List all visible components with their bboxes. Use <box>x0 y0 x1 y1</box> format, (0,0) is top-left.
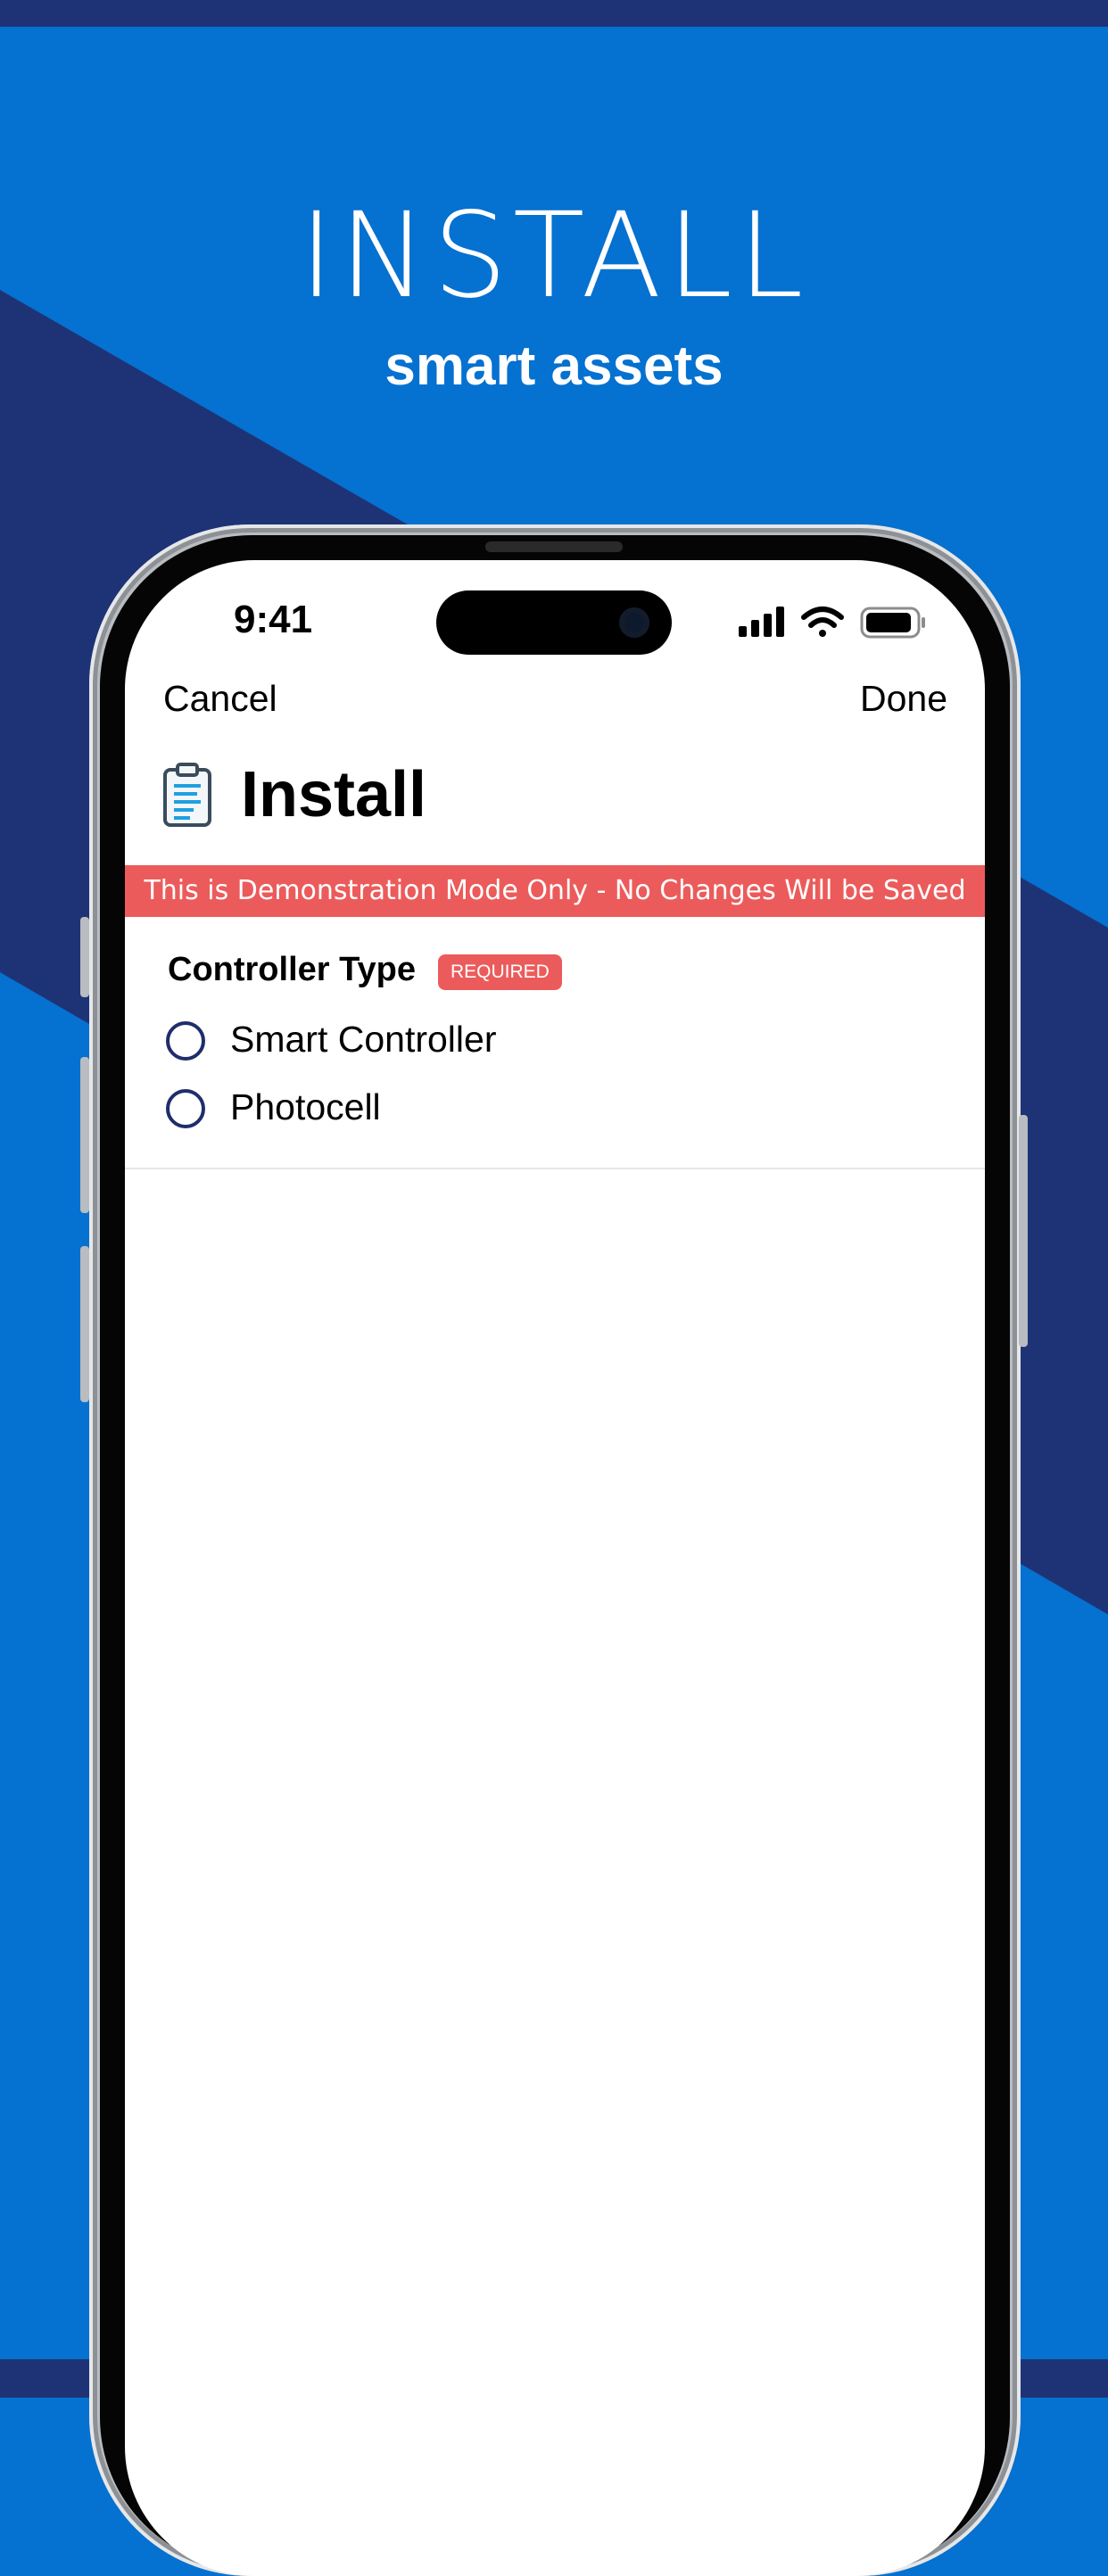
phone-volume-down-button <box>80 1246 89 1402</box>
status-icons <box>737 603 929 640</box>
controller-type-label: Controller Type <box>168 951 416 988</box>
radio-button[interactable] <box>166 1089 205 1128</box>
radio-label[interactable]: Photocell <box>230 1086 381 1128</box>
status-time: 9:41 <box>234 598 313 641</box>
promo-subheadline: smart assets <box>384 335 724 397</box>
radio-option-photocell[interactable]: Photocell <box>166 1085 434 1138</box>
radio-option-smart-controller[interactable]: Smart Controller <box>166 1017 541 1070</box>
page-title: Install <box>241 759 427 830</box>
radio-label[interactable]: Smart Controller <box>230 1019 496 1061</box>
front-camera <box>619 607 649 638</box>
done-button[interactable]: Done <box>860 678 947 720</box>
clipboard-icon <box>162 763 212 827</box>
signal-icon <box>739 607 784 637</box>
promo-headline: INSTALL <box>299 187 809 325</box>
cancel-button[interactable]: Cancel <box>163 678 277 720</box>
phone-screen <box>125 560 985 2576</box>
wifi-icon <box>801 607 844 637</box>
phone-power-button <box>1019 1115 1028 1347</box>
battery-icon <box>860 607 925 639</box>
required-badge: REQUIRED <box>438 954 562 990</box>
phone-action-button <box>80 917 89 997</box>
phone-volume-up-button <box>80 1057 89 1213</box>
section-divider <box>125 1168 985 1169</box>
demo-mode-banner: This is Demonstration Mode Only - No Cha… <box>125 865 985 917</box>
radio-button[interactable] <box>166 1021 205 1061</box>
phone-speaker <box>485 541 623 552</box>
